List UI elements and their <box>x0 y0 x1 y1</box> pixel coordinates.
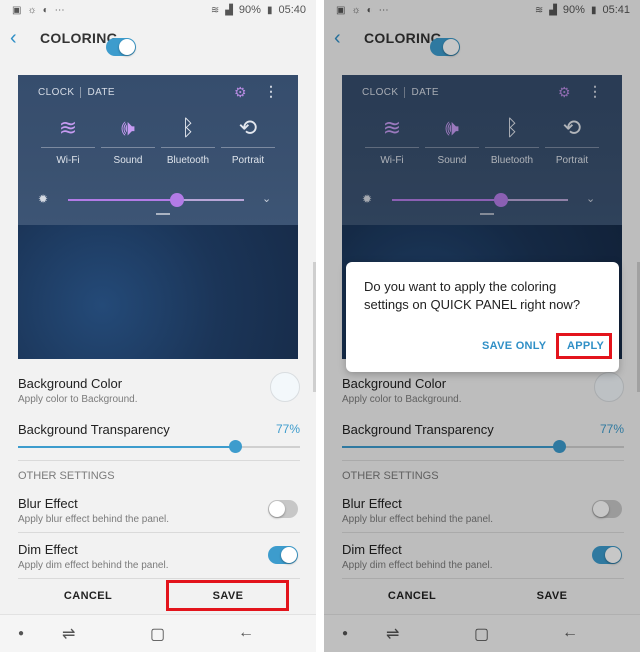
tile-underline <box>161 147 215 148</box>
transparency-row: Background Transparency 77% <box>18 422 300 437</box>
nav-bar: ● ⇌ ▢ ← <box>0 614 316 652</box>
drag-handle <box>156 213 170 215</box>
transparency-value: 77% <box>275 422 300 436</box>
back-arrow-icon[interactable]: ‹ <box>10 27 40 50</box>
tile-label: Wi-Fi <box>56 155 80 166</box>
divider <box>18 532 300 533</box>
blur-effect-row[interactable]: Blur Effect Apply blur effect behind the… <box>18 496 300 525</box>
transparency-fill <box>18 446 236 448</box>
tile-sound: 🕪 Sound <box>98 111 158 173</box>
blur-toggle[interactable] <box>268 500 298 518</box>
app-icon: ◐ <box>42 4 49 16</box>
tile-bluetooth: ᛒ Bluetooth <box>158 111 218 173</box>
other-settings-header: OTHER SETTINGS <box>18 470 115 482</box>
dim-toggle[interactable] <box>268 546 298 564</box>
tile-label: Bluetooth <box>166 155 210 166</box>
weather-icon: ☼ <box>27 4 37 16</box>
gallery-icon: ▣ <box>12 4 22 16</box>
coloring-toggle[interactable] <box>105 38 136 56</box>
dim-effect-title: Dim Effect <box>18 542 78 557</box>
blur-effect-subtitle: Apply blur effect behind the panel. <box>18 514 170 525</box>
separator <box>80 87 82 98</box>
brightness-knob <box>170 193 185 207</box>
tile-portrait: ⟲ Portrait <box>218 111 278 173</box>
tile-wifi: ≋ Wi-Fi <box>38 111 98 173</box>
battery-text: 90% <box>238 4 261 16</box>
background-color-title: Background Color <box>18 376 123 391</box>
app-bar: ‹ COLORING <box>0 20 316 56</box>
toggle-knob <box>118 39 135 55</box>
divider <box>18 460 300 461</box>
wifi-icon: ≋ <box>58 115 78 140</box>
toggle-knob <box>281 547 297 563</box>
rotate-icon: ⟲ <box>238 115 258 140</box>
home-icon[interactable]: ▢ <box>150 624 165 644</box>
assist-dot-icon[interactable]: ● <box>18 628 24 639</box>
gear-icon: ⚙ <box>234 84 247 100</box>
back-nav-icon[interactable]: ← <box>238 624 254 642</box>
toggle-knob <box>269 501 285 517</box>
signal-icon: ▟ <box>225 4 233 16</box>
cancel-button[interactable]: CANCEL <box>28 582 148 610</box>
brightness-slider <box>68 193 244 207</box>
blur-effect-title: Blur Effect <box>18 496 78 511</box>
transparency-knob[interactable] <box>229 440 243 453</box>
transparency-slider[interactable] <box>18 440 300 453</box>
brightness-fill <box>68 199 178 201</box>
tile-underline <box>101 147 155 148</box>
divider <box>18 578 300 579</box>
more-notifications-icon: ⋯ <box>54 4 65 16</box>
background-color-subtitle: Apply color to Background. <box>18 394 138 405</box>
dim-effect-subtitle: Apply dim effect behind the panel. <box>18 560 169 571</box>
brightness-icon: ✹ <box>38 192 49 206</box>
tile-underline <box>221 147 275 148</box>
tile-label: Portrait <box>231 155 265 166</box>
transparency-title: Background Transparency <box>18 422 170 437</box>
tile-underline <box>41 147 95 148</box>
background-color-row[interactable]: Background Color Apply color to Backgrou… <box>18 372 300 405</box>
tile-label: Sound <box>113 155 143 166</box>
clock-date-label: CLOCK DATE <box>38 87 115 98</box>
status-bar: ▣ ☼ ◐ ⋯ ≋ ▟ 90% ▮ 05:40 <box>0 0 316 20</box>
dim-effect-row[interactable]: Dim Effect Apply dim effect behind the p… <box>18 542 300 571</box>
preview-background <box>18 225 298 359</box>
quick-settings-row: ≋ Wi-Fi 🕪 Sound ᛒ Bluetooth ⟲ Portrait <box>38 111 278 173</box>
save-only-button[interactable]: SAVE ONLY <box>482 340 546 352</box>
clock-text: 05:40 <box>278 4 306 16</box>
apply-highlight-box <box>556 333 612 359</box>
wifi-status-icon: ≋ <box>210 4 220 16</box>
quick-panel-preview: CLOCK DATE ⚙ ⋮ ≋ Wi-Fi 🕪 Sound ᛒ Bluetoo… <box>18 75 298 359</box>
color-swatch[interactable] <box>270 372 300 402</box>
chevron-down-icon: ⌄ <box>262 193 272 205</box>
battery-icon: ▮ <box>266 4 273 16</box>
preview-date-label: DATE <box>87 87 115 99</box>
screen-before: ▣ ☼ ◐ ⋯ ≋ ▟ 90% ▮ 05:40 ‹ COLORING CLOCK… <box>0 0 316 652</box>
preview-clock-label: CLOCK <box>38 87 75 99</box>
scroll-indicator <box>313 262 316 392</box>
screen-after: ▣ ☼ ◐ ⋯ ≋ ▟ 90% ▮ 05:41 ‹ COLORING CLOCK… <box>324 0 640 652</box>
preview-panel: CLOCK DATE ⚙ ⋮ ≋ Wi-Fi 🕪 Sound ᛒ Bluetoo… <box>18 75 298 225</box>
sound-icon: 🕪 <box>121 115 135 140</box>
bluetooth-icon: ᛒ <box>181 115 195 140</box>
dialog-message: Do you want to apply the coloring settin… <box>364 279 581 312</box>
recents-icon[interactable]: ⇌ <box>62 624 75 644</box>
more-vert-icon: ⋮ <box>264 83 278 99</box>
save-highlight-box <box>166 580 289 611</box>
